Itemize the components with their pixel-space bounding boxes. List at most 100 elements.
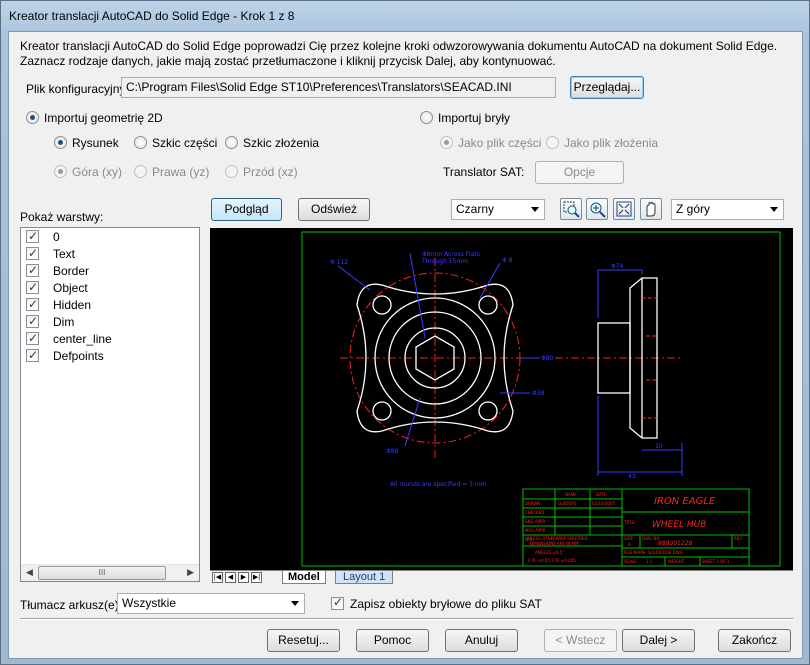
tb-notes-4: 2 PL ±0.05 3 PL ±0.005 [528,558,576,563]
radio-rysunek[interactable]: Rysunek [54,136,119,150]
refresh-button[interactable]: Odśwież [298,198,370,221]
view-direction-select[interactable]: Z góry [671,199,784,220]
layer-item[interactable]: Defpoints [26,347,104,365]
finish-button[interactable]: Zakończ [718,629,791,652]
layer-checkbox[interactable] [26,330,39,347]
zoom-fit-icon[interactable] [613,198,635,220]
title-bar[interactable]: Kreator translacji AutoCAD do Solid Edge… [1,1,809,31]
preview-button[interactable]: Podgląd [211,198,282,221]
sat-translator-label: Translator SAT: [443,165,525,179]
reset-button[interactable]: Resetuj... [267,629,340,652]
layer-name: Border [53,264,90,278]
layer-item[interactable]: 0 [26,228,60,246]
radio-szkic-czesci[interactable]: Szkic części [134,136,217,150]
import-2d-radio-indicator[interactable] [26,111,39,124]
pan-icon[interactable] [640,198,662,220]
radio-prawa[interactable]: Prawa (yz) [134,165,209,179]
layer-checkbox[interactable] [26,347,39,364]
dim-phi112: Φ 112 [330,259,348,266]
scroll-left-icon[interactable]: ◀ [26,567,33,578]
radio-szkic-zlozenia[interactable]: Szkic złożenia [225,136,319,150]
zoom-area-icon[interactable] [560,198,582,220]
layer-name: 0 [53,230,60,244]
save-solids-checkbox[interactable]: Zapisz obiekty bryłowe do pliku SAT [331,595,542,611]
radio-gora[interactable]: Góra (xy) [54,165,122,179]
dim-phi80: Φ80 [541,355,554,362]
layer-name: center_line [53,332,112,346]
wizard-client-area: Kreator translacji AutoCAD do Solid Edge… [8,31,803,659]
layer-name: Dim [53,315,75,329]
sheets-select[interactable]: Wszystkie [117,593,305,614]
scroll-right-icon[interactable]: ▶ [187,567,194,578]
layers-horizontal-scrollbar[interactable]: ◀ III ▶ [21,564,199,581]
save-solids-label: Zapisz obiekty bryłowe do pliku SAT [350,597,542,611]
layer-item[interactable]: Border [26,262,90,280]
layer-checkbox[interactable] [26,245,39,262]
radio-szkic-czesci-indicator[interactable] [134,136,147,149]
tb-rev-label: REV [734,536,742,541]
title-block-big-text: IRON EAGLE WHEEL HUB 988301228 [652,496,716,547]
layer-name: Hidden [53,298,92,312]
radio-przod-indicator[interactable] [225,165,238,178]
radio-prawa-indicator[interactable] [134,165,147,178]
tb-size-label: SIZE [624,536,633,541]
layer-checkbox[interactable] [26,262,39,279]
layer-checkbox[interactable] [26,228,39,245]
back-button[interactable]: < Wstecz [544,629,617,652]
tb-title: WHEEL HUB [652,520,706,530]
layer-checkbox[interactable] [26,313,39,330]
layer-item[interactable]: Dim [26,313,75,331]
drawing-preview[interactable]: Φ 112 Φ8mm Across Flats Through 15mm Φ 8… [210,228,793,570]
layer-checkbox[interactable] [26,296,39,313]
browse-button[interactable]: Przeglądaj... [570,76,644,99]
sat-options-button[interactable]: Opcje [535,161,624,184]
layer-item[interactable]: Hidden [26,296,92,314]
last-tab-icon[interactable]: ▶| [251,572,262,583]
dim-phi38: Φ38 [532,390,545,397]
tb-file-value: SOLIDEDGE.DWG [648,550,683,555]
radio-jako-plik-zlozenia-indicator[interactable] [546,136,559,149]
tab-model[interactable]: Model [282,571,326,584]
dim-side-bottom: 43 [628,473,636,480]
first-tab-icon[interactable]: |◀ [212,572,223,583]
import-2d-radio[interactable]: Importuj geometrię 2D [26,111,163,125]
scroll-thumb[interactable]: III [38,566,166,580]
config-file-field[interactable]: C:\Program Files\Solid Edge ST10\Prefere… [121,77,556,98]
background-color-select[interactable]: Czarny [451,199,545,220]
tb-date-header: DATE [596,492,607,497]
save-solids-checkbox-box[interactable] [331,595,344,610]
radio-jako-plik-zlozenia-label: Jako plik złożenia [564,136,659,150]
tb-name-value: GUIDOFE [558,501,577,506]
layer-item[interactable]: Text [26,245,75,263]
radio-jako-plik-czesci-indicator[interactable] [440,136,453,149]
cancel-button[interactable]: Anuluj [445,629,518,652]
zoom-icon[interactable] [586,198,608,220]
radio-szkic-zlozenia-indicator[interactable] [225,136,238,149]
tb-file-label: FILE NAME [624,550,646,555]
fillets-note: All rounds are specified = 3 mm [390,481,487,488]
chevron-down-icon [531,207,539,212]
dim-across-flats-2: Through 15mm [421,258,468,265]
next-button[interactable]: Dalej > [622,629,695,652]
radio-szkic-zlozenia-label: Szkic złożenia [243,136,320,150]
import-solids-radio-indicator[interactable] [420,111,433,124]
sheets-value: Wszystkie [122,596,176,610]
view-direction-value: Z góry [676,202,711,216]
next-tab-icon[interactable]: ▶ [238,572,249,583]
radio-rysunek-label: Rysunek [72,136,119,150]
layers-list[interactable]: 0 Text Border Object Hidden Dim center_l… [20,227,200,582]
layer-checkbox[interactable] [26,279,39,296]
prev-tab-icon[interactable]: ◀ [225,572,236,583]
layer-item[interactable]: Object [26,279,88,297]
radio-jako-plik-czesci[interactable]: Jako plik części [440,136,541,150]
footer-separator [20,618,793,620]
radio-gora-indicator[interactable] [54,165,67,178]
layer-item[interactable]: center_line [26,330,112,348]
layers-label: Pokaż warstwy: [20,210,104,224]
radio-rysunek-indicator[interactable] [54,136,67,149]
tab-layout1[interactable]: Layout 1 [335,571,394,584]
import-solids-radio[interactable]: Importuj bryły [420,111,510,125]
radio-przod[interactable]: Przód (xz) [225,165,298,179]
radio-jako-plik-zlozenia[interactable]: Jako plik złożenia [546,136,658,150]
help-button[interactable]: Pomoc [356,629,429,652]
